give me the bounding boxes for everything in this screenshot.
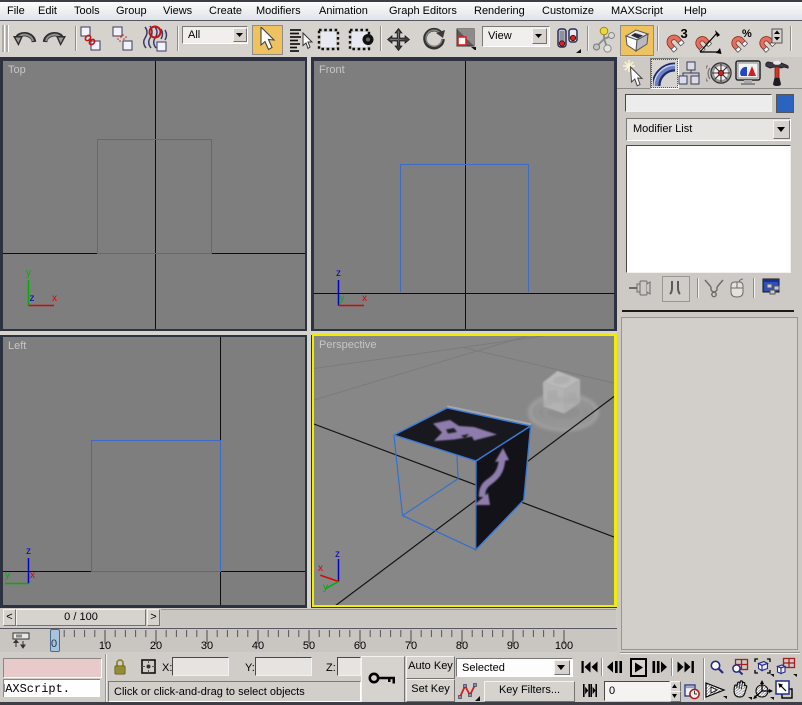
svg-text:100: 100 [555,640,573,652]
svg-text:y: y [323,582,328,593]
svg-text:40: 40 [252,640,264,652]
svg-text:z: z [335,549,340,560]
svg-text:50: 50 [303,640,315,652]
svg-text:3: 3 [681,27,688,41]
svg-text:x: x [30,570,35,581]
svg-text:90: 90 [507,640,519,652]
svg-text:70: 70 [405,640,417,652]
svg-text:x: x [362,293,367,304]
svg-text:z: z [26,546,31,557]
svg-text:y: y [5,570,10,581]
svg-text:z: z [30,293,35,304]
svg-text:80: 80 [456,640,468,652]
svg-text:x: x [52,293,57,304]
svg-text:z: z [336,268,341,279]
svg-text:x: x [318,563,323,574]
svg-text:y: y [26,268,31,279]
svg-text:%: % [742,28,752,40]
svg-text:10: 10 [99,640,111,652]
svg-text:60: 60 [354,640,366,652]
svg-text:30: 30 [201,640,213,652]
svg-text:y: y [340,293,345,304]
svg-text:20: 20 [150,640,162,652]
svg-text:Perspective: Perspective [319,339,376,351]
